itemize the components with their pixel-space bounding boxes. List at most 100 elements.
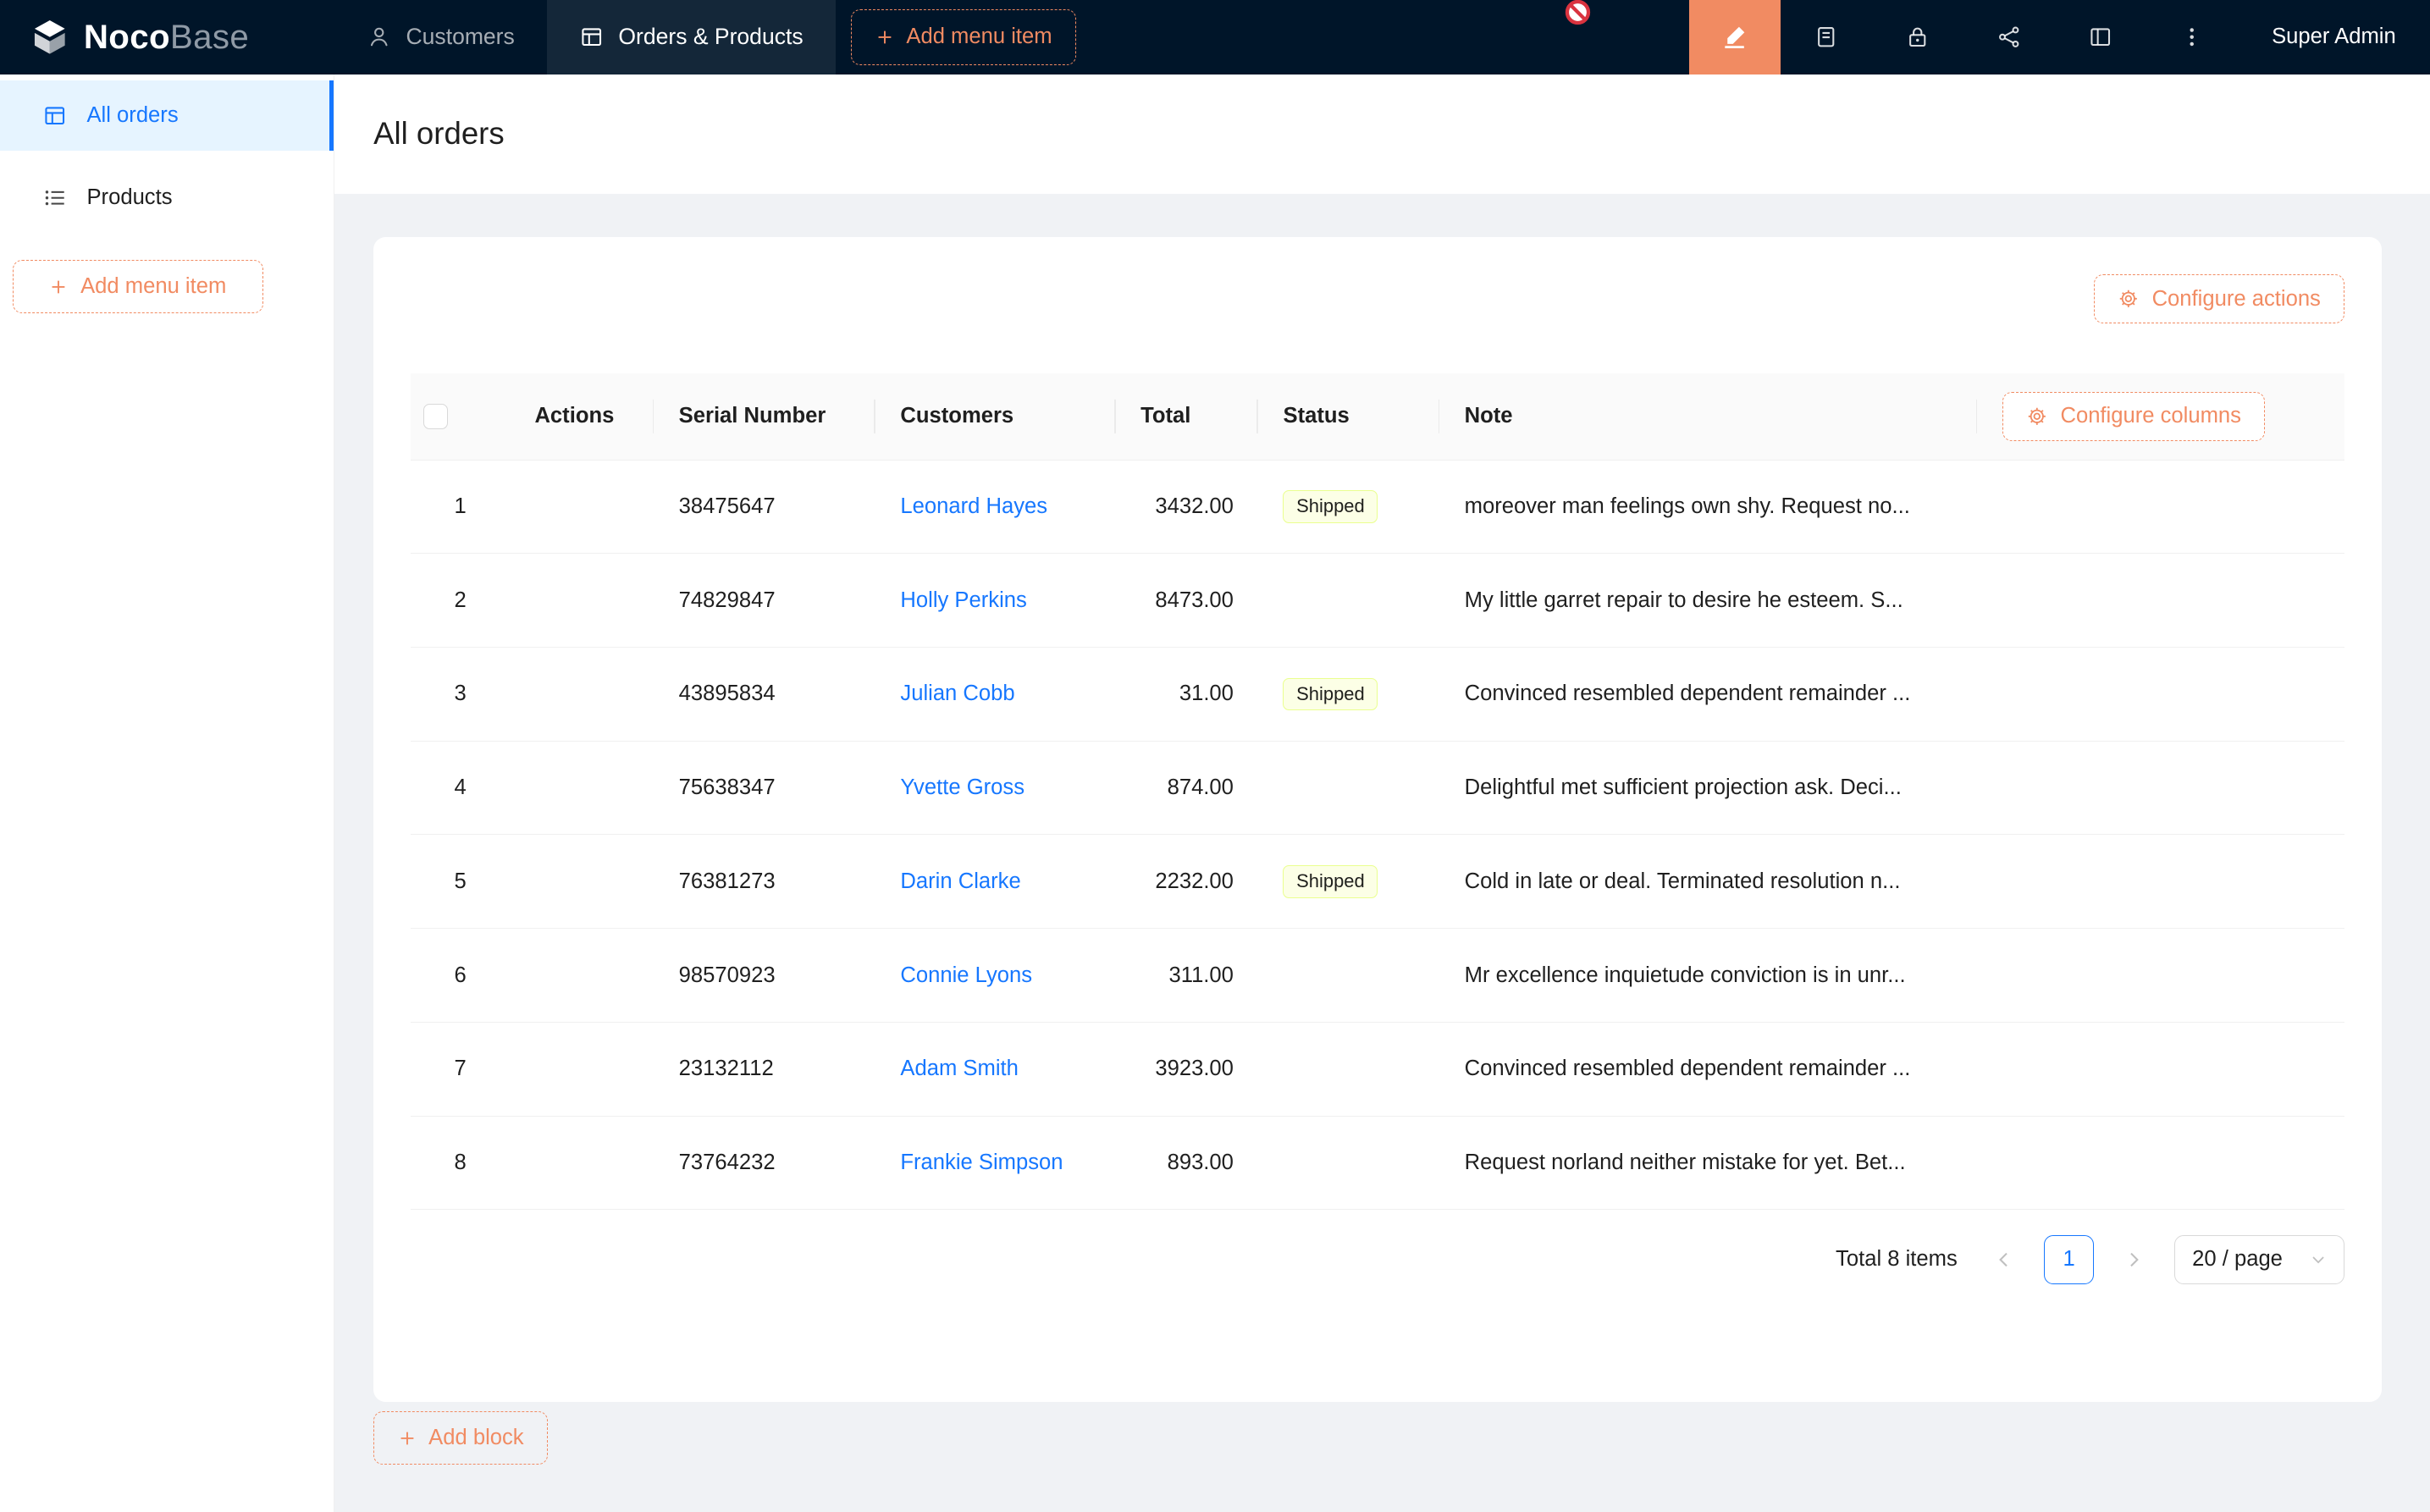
ui-editor-button[interactable]: [1689, 0, 1781, 74]
table-row: 7 23132112 Adam Smith 3923.00 Convinced …: [411, 1023, 2344, 1117]
cell-serial-number: 43895834: [654, 648, 875, 742]
header-icon-button-book[interactable]: [1781, 0, 1872, 74]
cell-status: [1258, 1117, 1439, 1211]
cell-customer: Connie Lyons: [875, 929, 1116, 1023]
add-menu-item-label: Add menu item: [906, 25, 1052, 49]
cell-status: Shipped: [1258, 461, 1439, 555]
lock-icon: [1906, 25, 1929, 48]
cell-customer: Yvette Gross: [875, 742, 1116, 836]
cell-note: Request norland neither mistake for yet.…: [1439, 1117, 1977, 1211]
brand-logo[interactable]: NocoBase: [0, 0, 334, 74]
page-header: All orders: [334, 74, 2430, 194]
book-icon: [1814, 25, 1837, 48]
cell-serial-number: 75638347: [654, 742, 875, 836]
cell-note: My little garret repair to desire he est…: [1439, 554, 1977, 648]
select-all-checkbox[interactable]: [423, 404, 448, 428]
cell-actions: [510, 648, 654, 742]
status-tag: Shipped: [1283, 490, 1378, 523]
cell-trailing: [1977, 648, 2344, 742]
not-allowed-cursor-icon: [1564, 0, 1592, 26]
add-menu-item-label: Add menu item: [80, 274, 226, 299]
cell-serial-number: 38475647: [654, 461, 875, 555]
customer-link[interactable]: Connie Lyons: [900, 963, 1032, 987]
cell-customer: Adam Smith: [875, 1023, 1116, 1117]
row-index: 7: [411, 1023, 510, 1117]
cell-serial-number: 74829847: [654, 554, 875, 648]
table-icon: [43, 104, 66, 127]
column-header-configure: Configure columns: [1977, 373, 2344, 460]
cell-actions: [510, 1117, 654, 1211]
pagination-prev-button[interactable]: [1979, 1235, 2029, 1285]
nav-item-customers[interactable]: Customers: [334, 0, 547, 74]
plus-icon: [49, 278, 68, 296]
cell-note: Convinced resembled dependent remainder …: [1439, 1023, 1977, 1117]
table-row: 6 98570923 Connie Lyons 311.00 Mr excell…: [411, 929, 2344, 1023]
configure-actions-button[interactable]: Configure actions: [2094, 274, 2344, 324]
customer-link[interactable]: Leonard Hayes: [900, 494, 1047, 518]
plus-icon: [875, 28, 894, 47]
row-index: 5: [411, 835, 510, 929]
header-icon-button-more[interactable]: [2146, 0, 2238, 74]
orders-table-block: Configure actions Actions Serial Number: [373, 237, 2382, 1402]
pagination-page-button[interactable]: 1: [2044, 1235, 2094, 1285]
cell-status: [1258, 929, 1439, 1023]
cell-trailing: [1977, 835, 2344, 929]
add-menu-item-button-header[interactable]: Add menu item: [851, 9, 1076, 65]
sidebar-item-products[interactable]: Products: [0, 163, 334, 232]
cell-trailing: [1977, 461, 2344, 555]
header-icon-button-layout[interactable]: [2055, 0, 2146, 74]
status-tag: Shipped: [1283, 865, 1378, 898]
cell-customer: Julian Cobb: [875, 648, 1116, 742]
nav-item-orders-products[interactable]: Orders & Products: [547, 0, 836, 74]
page-size-select[interactable]: 20 / page: [2174, 1235, 2344, 1285]
chevron-down-icon: [2310, 1251, 2327, 1268]
header-icon-button-share[interactable]: [1963, 0, 2055, 74]
list-icon: [43, 186, 66, 209]
row-index: 3: [411, 648, 510, 742]
sidebar: All orders Products Add menu item: [0, 74, 334, 1512]
header-nav: Customers Orders & Products Add menu ite…: [334, 0, 1076, 74]
cell-trailing: [1977, 1117, 2344, 1211]
cell-customer: Frankie Simpson: [875, 1117, 1116, 1211]
column-header-actions: Actions: [510, 373, 654, 460]
customer-link[interactable]: Holly Perkins: [900, 588, 1026, 612]
cell-trailing: [1977, 742, 2344, 836]
column-header-customers: Customers: [875, 373, 1116, 460]
share-nodes-icon: [1997, 25, 2020, 48]
add-block-button[interactable]: Add block: [373, 1411, 548, 1464]
customer-link[interactable]: Yvette Gross: [900, 775, 1024, 799]
table-icon: [580, 25, 603, 48]
customer-link[interactable]: Adam Smith: [900, 1057, 1018, 1080]
highlighter-icon: [1721, 24, 1748, 50]
user-menu[interactable]: Super Admin: [2238, 0, 2430, 74]
cell-trailing: [1977, 1023, 2344, 1117]
add-menu-item-button-sidebar[interactable]: Add menu item: [13, 260, 264, 312]
column-header-serial-number: Serial Number: [654, 373, 875, 460]
cell-customer: Leonard Hayes: [875, 461, 1116, 555]
pagination: Total 8 items 1 20 / page: [411, 1235, 2344, 1285]
cell-note: Convinced resembled dependent remainder …: [1439, 648, 1977, 742]
cell-total: 311.00: [1116, 929, 1258, 1023]
customer-link[interactable]: Frankie Simpson: [900, 1151, 1063, 1174]
nav-item-label: Customers: [406, 24, 515, 50]
row-index: 1: [411, 461, 510, 555]
row-index: 4: [411, 742, 510, 836]
pagination-next-button[interactable]: [2109, 1235, 2159, 1285]
cell-total: 3432.00: [1116, 461, 1258, 555]
cell-serial-number: 73764232: [654, 1117, 875, 1211]
row-index: 6: [411, 929, 510, 1023]
nav-item-label: Orders & Products: [618, 24, 803, 50]
header-actions: Super Admin: [1689, 0, 2430, 74]
cell-note: Cold in late or deal. Terminated resolut…: [1439, 835, 1977, 929]
user-icon: [367, 25, 390, 48]
sidebar-item-all-orders[interactable]: All orders: [0, 80, 334, 150]
cell-status: [1258, 742, 1439, 836]
app-root: NocoBase Customers Orders & Products Add…: [0, 0, 2430, 1512]
configure-columns-button[interactable]: Configure columns: [2002, 392, 2266, 442]
customer-link[interactable]: Darin Clarke: [900, 869, 1020, 893]
customer-link[interactable]: Julian Cobb: [900, 682, 1014, 705]
table-row: 4 75638347 Yvette Gross 874.00 Delightfu…: [411, 742, 2344, 836]
top-header: NocoBase Customers Orders & Products Add…: [0, 0, 2430, 74]
header-icon-button-lock[interactable]: [1872, 0, 1963, 74]
cell-trailing: [1977, 929, 2344, 1023]
